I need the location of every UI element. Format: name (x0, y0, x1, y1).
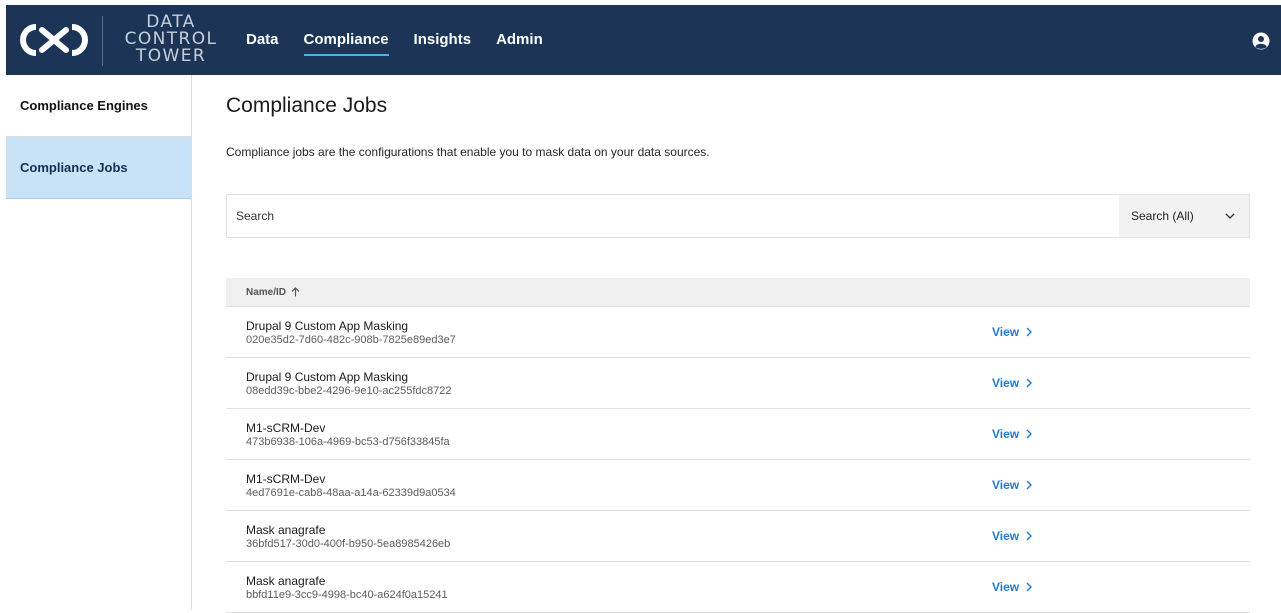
sidebar-item-label: Compliance Jobs (20, 160, 128, 175)
compliance-jobs-table: Name/ID Drupal 9 Custom App Masking 020e3… (226, 278, 1250, 613)
view-label: View (992, 427, 1020, 441)
sidebar-item-label: Compliance Engines (20, 98, 148, 113)
chevron-right-icon (1026, 531, 1033, 541)
chevron-right-icon (1026, 480, 1033, 490)
page-title: Compliance Jobs (226, 94, 388, 117)
job-id: 473b6938-106a-4969-bc53-d756f33845fa (246, 436, 450, 448)
chevron-right-icon (1026, 429, 1033, 439)
job-id: 36bfd517-30d0-400f-b950-5ea8985426eb (246, 538, 451, 550)
search-scope-label: Search (All) (1131, 209, 1194, 223)
view-job-link[interactable]: View (992, 478, 1033, 492)
table-row: Mask anagrafe bbfd11e9-3cc9-4998-bc40-a62… (226, 562, 1250, 613)
job-name: Mask anagrafe (246, 523, 326, 537)
data-control-tower-logo-icon[interactable] (20, 21, 88, 59)
chevron-right-icon (1026, 582, 1033, 592)
nav-insights[interactable]: Insights (414, 30, 472, 50)
view-label: View (992, 580, 1020, 594)
sort-ascending-icon (291, 287, 300, 297)
job-name: Mask anagrafe (246, 574, 326, 588)
table-row: Drupal 9 Custom App Masking 020e35d2-7d60… (226, 307, 1250, 358)
sidebar-item-compliance-engines[interactable]: Compliance Engines (6, 75, 191, 137)
chevron-right-icon (1026, 378, 1033, 388)
job-id: 4ed7691e-cab8-48aa-a14a-62339d9a0534 (246, 487, 456, 499)
wordmark-line-3: TOWER (135, 46, 207, 66)
chevron-right-icon (1026, 327, 1033, 337)
table-row: M1-sCRM-Dev 473b6938-106a-4969-bc53-d756f… (226, 409, 1250, 460)
table-row: Drupal 9 Custom App Masking 08edd39c-bbe2… (226, 358, 1250, 409)
column-header-name-id[interactable]: Name/ID (226, 278, 1250, 307)
nav-compliance[interactable]: Compliance (303, 30, 389, 56)
view-job-link[interactable]: View (992, 529, 1033, 543)
top-navigation-bar: DATA CONTROL TOWER Data Compliance Insig… (6, 5, 1281, 75)
view-job-link[interactable]: View (992, 427, 1033, 441)
view-label: View (992, 529, 1020, 543)
job-name: Drupal 9 Custom App Masking (246, 370, 409, 384)
job-name: Drupal 9 Custom App Masking (246, 319, 409, 333)
user-account-icon[interactable] (1252, 32, 1270, 50)
page-description: Compliance jobs are the configurations t… (226, 145, 710, 159)
job-name: M1-sCRM-Dev (246, 421, 326, 435)
chevron-down-icon (1225, 213, 1235, 219)
job-name: M1-sCRM-Dev (246, 472, 326, 486)
nav-admin[interactable]: Admin (496, 30, 543, 50)
search-bar: Search (All) (226, 194, 1250, 238)
main-nav: Data Compliance Insights Admin (246, 5, 568, 75)
search-input[interactable] (227, 195, 1119, 237)
view-label: View (992, 478, 1020, 492)
table-body: Drupal 9 Custom App Masking 020e35d2-7d60… (226, 307, 1250, 613)
job-id: 020e35d2-7d60-482c-908b-7825e89ed3e7 (246, 334, 456, 346)
logo-divider (102, 16, 103, 66)
nav-data[interactable]: Data (246, 30, 279, 50)
table-row: M1-sCRM-Dev 4ed7691e-cab8-48aa-a14a-62339… (226, 460, 1250, 511)
sidebar: Compliance Engines Compliance Jobs (6, 75, 192, 610)
job-id: 08edd39c-bbe2-4296-9e10-ac255fdc8722 (246, 385, 452, 397)
column-header-label: Name/ID (246, 286, 287, 298)
search-scope-dropdown[interactable]: Search (All) (1119, 195, 1249, 237)
table-row: Mask anagrafe 36bfd517-30d0-400f-b950-5ea… (226, 511, 1250, 562)
view-label: View (992, 376, 1020, 390)
job-id: bbfd11e9-3cc9-4998-bc40-a624f0a15241 (246, 589, 448, 601)
view-label: View (992, 325, 1020, 339)
sidebar-item-compliance-jobs[interactable]: Compliance Jobs (6, 137, 191, 199)
view-job-link[interactable]: View (992, 325, 1033, 339)
product-wordmark: DATA CONTROL TOWER (116, 14, 226, 65)
view-job-link[interactable]: View (992, 376, 1033, 390)
view-job-link[interactable]: View (992, 580, 1033, 594)
